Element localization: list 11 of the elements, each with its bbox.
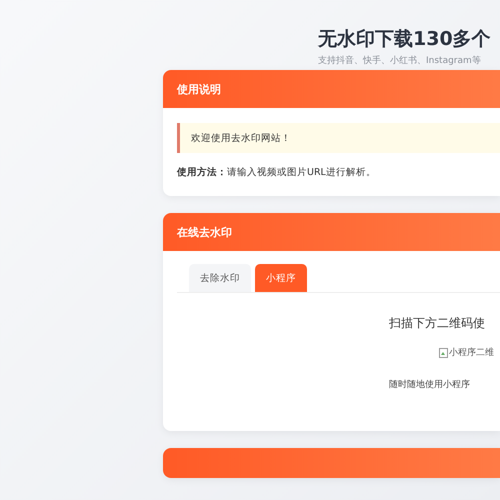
- card-title: 在线去水印: [177, 224, 232, 240]
- page-subtitle: 支持抖音、快手、小红书、Instagram等: [318, 54, 482, 67]
- image-alt-text: 小程序二维: [449, 346, 494, 359]
- scan-instruction: 扫描下方二维码使: [389, 315, 486, 332]
- page-title: 无水印下载130多个: [318, 27, 492, 51]
- tab[interactable]: 去除水印: [189, 264, 251, 292]
- caption-text: 随时随地使用小程序: [389, 378, 471, 391]
- card-title: 使用说明: [177, 82, 221, 96]
- broken-image-icon: [439, 348, 448, 358]
- usage-text: 使用方法：请输入视频或图片URL进行解析。: [177, 166, 377, 179]
- notice-text: 欢迎使用去水印网站！: [177, 123, 500, 153]
